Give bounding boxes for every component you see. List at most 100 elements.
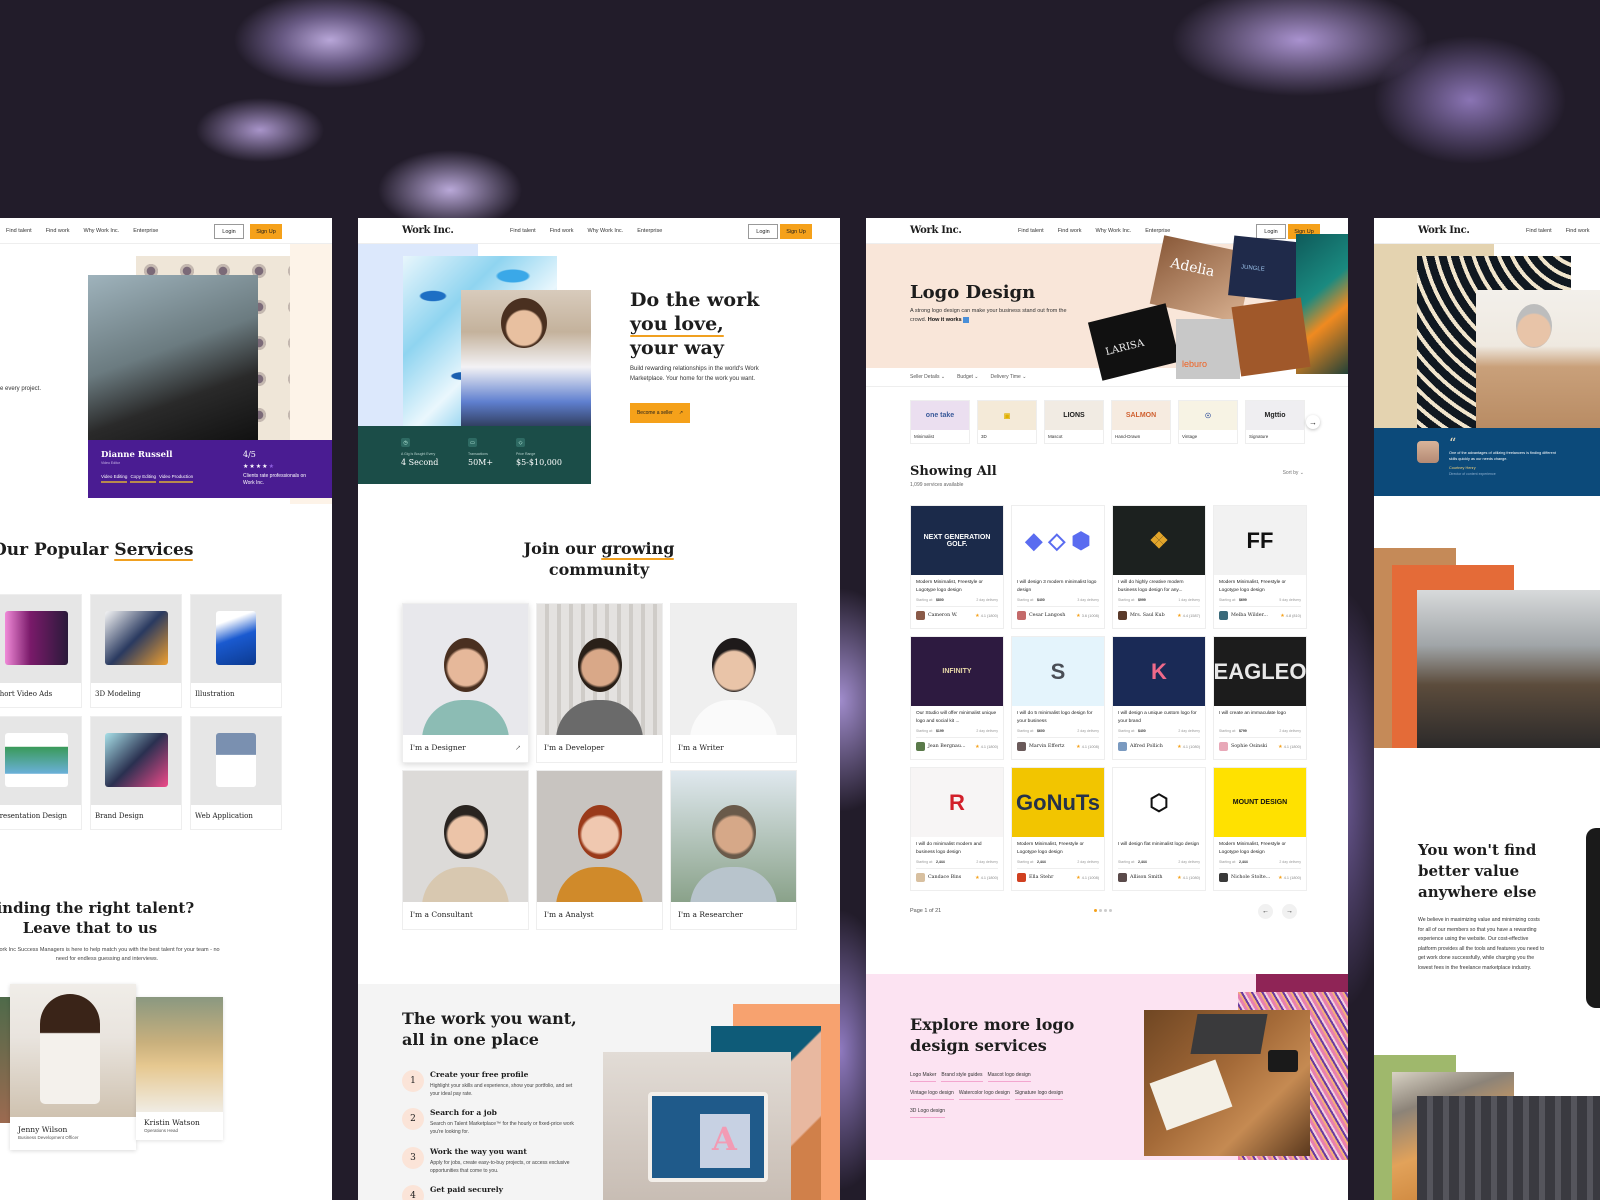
- nav-why[interactable]: Why Work Inc.: [1096, 228, 1132, 234]
- role-card-writer[interactable]: I'm a Writer: [670, 603, 797, 763]
- starting-at-label: Starting at:: [916, 598, 933, 602]
- nav-links: Find talent Find work Why Work Inc. Ente…: [1018, 228, 1170, 234]
- filter-budget[interactable]: Budget ⌄: [957, 374, 978, 380]
- login-button[interactable]: Login: [1256, 224, 1286, 239]
- service-label: 3D Modeling: [95, 690, 141, 698]
- nav-find-talent[interactable]: Find talent: [510, 228, 536, 234]
- page-dot[interactable]: [1104, 909, 1107, 912]
- seller-name[interactable]: Ella Stehr: [1029, 875, 1053, 880]
- gig-price: $800: [935, 598, 944, 602]
- category-card[interactable]: LIONS Mascot: [1044, 400, 1104, 444]
- gig-card[interactable]: INFINITY Our Studio will offer minimalist…: [910, 636, 1004, 760]
- brand-logo[interactable]: Work Inc.: [402, 225, 454, 236]
- service-card[interactable]: Web Application: [190, 716, 282, 830]
- gig-card[interactable]: ◆ ◇ ⬢ I will design 3 modern minimalist l…: [1011, 505, 1105, 629]
- role-card-researcher[interactable]: I'm a Researcher: [670, 770, 797, 930]
- pro-tag[interactable]: Video Editing: [101, 474, 128, 483]
- explore-link[interactable]: Logo Maker: [910, 1072, 937, 1082]
- become-seller-button[interactable]: Become a seller ↗: [630, 403, 690, 423]
- nav-find-work[interactable]: Find work: [550, 228, 574, 234]
- role-card-developer[interactable]: I'm a Developer: [536, 603, 663, 763]
- category-label: Signature: [1249, 434, 1269, 439]
- gig-card[interactable]: ❖ I will do highly creative modern busine…: [1112, 505, 1206, 629]
- gig-card[interactable]: S I will do 5 minimalist logo design for …: [1011, 636, 1105, 760]
- seller-name[interactable]: Alfred Pollich: [1130, 744, 1163, 749]
- explore-link[interactable]: Brand style guides: [941, 1072, 983, 1082]
- how-it-works-link[interactable]: How it works: [928, 317, 962, 323]
- gig-card[interactable]: NEXT GENERATION GOLF. Modern Minimalist, …: [910, 505, 1004, 629]
- page-dot[interactable]: [1094, 909, 1097, 912]
- manager-card[interactable]: Kristin Watson Operations Head: [136, 997, 223, 1140]
- login-button[interactable]: Login: [748, 224, 778, 239]
- explore-link[interactable]: Vintage logo design: [910, 1090, 954, 1100]
- signup-button[interactable]: Sign Up: [780, 224, 812, 239]
- carousel-next-button[interactable]: →: [1306, 415, 1320, 429]
- service-card[interactable]: Presentation Design: [0, 716, 82, 830]
- role-card-analyst[interactable]: I'm a Analyst: [536, 770, 663, 930]
- seller-name[interactable]: Sophie Osinski: [1231, 744, 1267, 749]
- gig-card[interactable]: EAGLEO I will create an immaculate logo St…: [1213, 636, 1307, 760]
- external-link-icon[interactable]: [963, 316, 970, 323]
- role-card-designer[interactable]: I'm a Designer ↗: [402, 603, 529, 763]
- signup-button[interactable]: Sign Up: [250, 224, 282, 239]
- sort-dropdown[interactable]: Sort by ⌄: [1283, 470, 1304, 476]
- login-button[interactable]: Login: [214, 224, 244, 239]
- gig-card[interactable]: GoNuTs Modern Minimalist, Freestyle or Lo…: [1011, 767, 1105, 891]
- nav-find-talent[interactable]: Find talent: [1018, 228, 1044, 234]
- brand-logo[interactable]: Work Inc.: [1418, 225, 1470, 236]
- pro-tag[interactable]: Video Production: [158, 474, 194, 483]
- seller-name[interactable]: Candace Bins: [928, 875, 961, 880]
- service-card[interactable]: Illustration: [190, 594, 282, 708]
- service-card[interactable]: Brand Design: [90, 716, 182, 830]
- nav-find-talent[interactable]: Find talent: [1526, 228, 1552, 234]
- seller-name[interactable]: Marvin Effertz: [1029, 744, 1064, 749]
- pro-tag[interactable]: Copy Editing: [130, 474, 156, 483]
- gig-card[interactable]: MOUNT DESIGN Modern Minimalist, Freestyle…: [1213, 767, 1307, 891]
- service-card[interactable]: Short Video Ads: [0, 594, 82, 708]
- nav-why[interactable]: Why Work Inc.: [84, 228, 120, 234]
- gig-card[interactable]: R I will do minimalist modern and busines…: [910, 767, 1004, 891]
- nav-find-talent[interactable]: Find talent: [6, 228, 32, 234]
- seller-name[interactable]: Cameron W.: [928, 613, 957, 618]
- top-nav: Work Inc. Find talent Find work: [1374, 218, 1600, 244]
- manager-card[interactable]: Jenny Wilson Business Development Office…: [10, 984, 136, 1150]
- featured-pro-card[interactable]: Dianne Russell Video Editor Video Editin…: [88, 440, 332, 498]
- gig-card[interactable]: FF Modern Minimalist, Freestyle or Logoty…: [1213, 505, 1307, 629]
- gig-card[interactable]: K I will design a unique custom logo for …: [1112, 636, 1206, 760]
- seller-name[interactable]: Allison Smith: [1130, 875, 1162, 880]
- seller-name[interactable]: Jean Bergnau...: [928, 744, 966, 749]
- service-thumbnail: [0, 595, 81, 683]
- brand-logo[interactable]: Work Inc.: [910, 225, 962, 236]
- explore-link[interactable]: Watercolor logo design: [958, 1090, 1010, 1100]
- page-dot[interactable]: [1109, 909, 1112, 912]
- page-dot[interactable]: [1099, 909, 1102, 912]
- seller-name[interactable]: Cesar Langosh: [1029, 613, 1065, 618]
- nav-find-work[interactable]: Find work: [1058, 228, 1082, 234]
- service-card[interactable]: 3D Modeling: [90, 594, 182, 708]
- prev-page-button[interactable]: ←: [1258, 904, 1273, 919]
- nav-find-work[interactable]: Find work: [1566, 228, 1590, 234]
- category-card[interactable]: ☉ Vintage: [1178, 400, 1238, 444]
- role-card-consultant[interactable]: I'm a Consultant: [402, 770, 529, 930]
- category-card[interactable]: one take Minimalist: [910, 400, 970, 444]
- star-icon: ★: [1177, 874, 1182, 881]
- gig-card[interactable]: ⬡ I will design flat minimalist logo desi…: [1112, 767, 1206, 891]
- nav-enterprise[interactable]: Enterprise: [637, 228, 662, 234]
- explore-link[interactable]: Mascot logo design: [987, 1072, 1031, 1082]
- seller-name[interactable]: Nichole Stoltе...: [1231, 875, 1270, 880]
- category-card[interactable]: Mgttio Signature: [1245, 400, 1305, 444]
- explore-link[interactable]: Signature logo design: [1014, 1090, 1064, 1100]
- seller-name[interactable]: Melba Wilder...: [1231, 613, 1268, 618]
- category-card[interactable]: SALMON Hand-Drawn: [1111, 400, 1171, 444]
- nav-enterprise[interactable]: Enterprise: [133, 228, 158, 234]
- filter-delivery-time[interactable]: Delivery Time ⌄: [991, 374, 1027, 380]
- star-empty-icon: ★: [268, 464, 275, 470]
- nav-find-work[interactable]: Find work: [46, 228, 70, 234]
- filter-seller-details[interactable]: Seller Details ⌄: [910, 374, 945, 380]
- category-card[interactable]: ▣ 3D: [977, 400, 1037, 444]
- seller-name[interactable]: Mrs. Saul Kub: [1130, 613, 1165, 618]
- nav-enterprise[interactable]: Enterprise: [1145, 228, 1170, 234]
- next-page-button[interactable]: →: [1282, 904, 1297, 919]
- nav-why[interactable]: Why Work Inc.: [588, 228, 624, 234]
- explore-link[interactable]: 3D Logo design: [910, 1108, 946, 1118]
